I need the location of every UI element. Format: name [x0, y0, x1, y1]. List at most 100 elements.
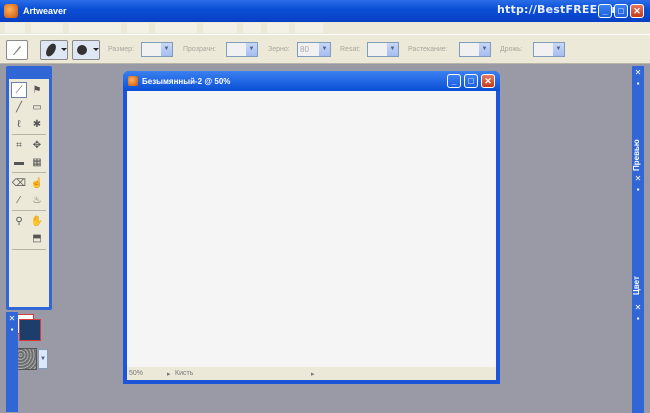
document-status-bar: 50% ▸ Кисть ▸: [127, 367, 496, 380]
menu-item[interactable]: [69, 23, 121, 33]
chevron-down-icon[interactable]: ▼: [161, 43, 172, 56]
eyedropper-icon: ⁄: [18, 194, 20, 206]
toolbox-divider: [12, 210, 46, 211]
spread-field[interactable]: ▼: [459, 42, 491, 57]
right-panel-strip: [632, 66, 644, 413]
shape-tool[interactable]: ▬: [11, 154, 27, 170]
doc-maximize-button[interactable]: □: [464, 74, 478, 88]
current-tool-label: Кисть: [175, 370, 194, 377]
brush-tip-icon: [46, 43, 67, 57]
rotate-icon: ⬒: [32, 232, 42, 244]
minimize-button[interactable]: _: [598, 4, 612, 18]
doc-close-button[interactable]: ✕: [481, 74, 495, 88]
chevron-down-icon[interactable]: ▼: [246, 43, 257, 56]
app-icon: [4, 4, 18, 18]
tool-options-bar: Размер: ▼ Прозрачн: ▼ Зерно: 80 ▼ Resat:…: [0, 34, 650, 64]
drawing-canvas[interactable]: [127, 91, 496, 367]
clone-icon: ⚑: [32, 84, 42, 96]
foreground-color-swatch[interactable]: [19, 319, 41, 341]
toolbox-divider: [12, 172, 46, 173]
fill-tool[interactable]: ♨: [29, 192, 45, 208]
restore-icon[interactable]: ▪: [633, 185, 643, 195]
round-brush-icon: [77, 45, 99, 55]
size-field[interactable]: ▼: [141, 42, 173, 57]
document-title-bar[interactable]: Безымянный-2 @ 50% _ □ ✕: [123, 71, 500, 91]
chevron-down-icon[interactable]: ▼: [319, 43, 330, 56]
rotate-tool[interactable]: ⬒: [29, 230, 45, 246]
blend-label: Resat:: [340, 46, 361, 53]
menu-item[interactable]: [127, 23, 149, 33]
rect-select-icon: ▭: [32, 101, 42, 113]
zoom-level: 50%: [129, 370, 144, 377]
rect-select-tool[interactable]: ▭: [29, 99, 45, 115]
play-icon[interactable]: ▸: [167, 370, 171, 378]
close-button[interactable]: ✕: [630, 4, 644, 18]
shape-icon: ▬: [14, 156, 24, 168]
opacity-field[interactable]: ▼: [226, 42, 258, 57]
color-panel-tab[interactable]: Цвет: [632, 272, 644, 300]
brush-selector[interactable]: [40, 40, 68, 60]
line-icon: ╱: [15, 101, 23, 113]
menu-bar: [0, 22, 650, 34]
bucket-icon: ♨: [32, 194, 42, 206]
menu-item[interactable]: [203, 23, 237, 33]
document-icon: [128, 76, 138, 86]
menu-item[interactable]: [295, 23, 323, 33]
gradient-tool[interactable]: ▦: [29, 154, 45, 170]
chevron-down-icon[interactable]: ▼: [553, 43, 564, 56]
brush-icon: ⟋: [15, 84, 23, 96]
close-icon[interactable]: ✕: [633, 303, 643, 313]
magic-wand-icon: ✱: [32, 118, 42, 130]
document-window: Безымянный-2 @ 50% _ □ ✕ 50% ▸ Кисть ▸: [123, 71, 500, 384]
chevron-down-icon[interactable]: ▼: [479, 43, 490, 56]
gradient-icon: ▦: [32, 156, 42, 168]
play-icon[interactable]: ▸: [311, 370, 315, 378]
restore-icon[interactable]: ▪: [633, 314, 643, 324]
jitter-field[interactable]: ▼: [533, 42, 565, 57]
maximize-button[interactable]: □: [614, 4, 628, 18]
jitter-label: Дрожь:: [500, 46, 523, 53]
menu-item[interactable]: [155, 23, 197, 33]
brush-tool[interactable]: ⟋: [11, 82, 27, 98]
crop-icon: ⌗: [16, 139, 22, 151]
eyedropper-tool[interactable]: ⁄: [11, 192, 27, 208]
lasso-tool[interactable]: ℓ: [11, 116, 27, 132]
restore-icon[interactable]: ▪: [633, 79, 643, 89]
brush-preset-button[interactable]: [6, 40, 28, 60]
hand-tool[interactable]: ✋: [29, 213, 45, 229]
menu-item[interactable]: [243, 23, 261, 33]
doc-minimize-button[interactable]: _: [447, 74, 461, 88]
brush-shape-selector[interactable]: [72, 40, 100, 60]
magic-wand-tool[interactable]: ✱: [29, 116, 45, 132]
menu-item[interactable]: [5, 23, 25, 33]
toolbox-panel: ⟋ ⚑ ╱ ▭ ℓ ✱ ⌗ ✥ ▬ ▦ ⌫ ☝ ⁄ ♨ ⚲ ✋ ⬒ ▼: [6, 66, 52, 370]
zoom-icon: ⚲: [15, 215, 23, 227]
brush-icon: [13, 46, 21, 55]
move-icon: ✥: [32, 139, 42, 151]
chevron-down-icon[interactable]: ▼: [387, 43, 398, 56]
menu-item[interactable]: [31, 23, 63, 33]
lasso-icon: ℓ: [17, 118, 21, 130]
smudge-tool[interactable]: ☝: [29, 175, 45, 191]
zoom-tool[interactable]: ⚲: [11, 213, 27, 229]
crop-tool[interactable]: ⌗: [11, 137, 27, 153]
restore-icon[interactable]: ▪: [7, 325, 17, 335]
close-icon[interactable]: ✕: [633, 174, 643, 184]
eraser-tool[interactable]: ⌫: [11, 175, 27, 191]
close-icon[interactable]: ✕: [7, 314, 17, 324]
line-tool[interactable]: ╱: [11, 99, 27, 115]
toolbox-header[interactable]: [8, 68, 50, 78]
grain-label: Зерно:: [268, 46, 290, 53]
toolbox-divider: [12, 249, 46, 250]
grain-field[interactable]: 80 ▼: [297, 42, 331, 57]
blend-field[interactable]: ▼: [367, 42, 399, 57]
close-icon[interactable]: ✕: [633, 68, 643, 78]
eraser-icon: ⌫: [11, 177, 27, 189]
move-tool[interactable]: ✥: [29, 137, 45, 153]
size-label: Размер:: [108, 46, 135, 53]
clone-tool[interactable]: ⚑: [29, 82, 45, 98]
chevron-down-icon[interactable]: ▼: [38, 349, 48, 369]
grain-value: 80: [300, 45, 309, 54]
preview-panel-tab[interactable]: Превью: [632, 135, 644, 175]
menu-item[interactable]: [267, 23, 289, 33]
